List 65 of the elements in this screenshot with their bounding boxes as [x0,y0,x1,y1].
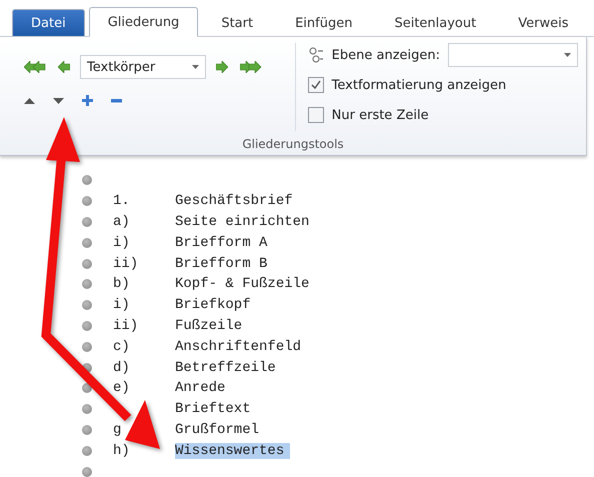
outline-text: Brieftext [175,401,251,418]
ribbon-tab[interactable]: Einfügen [276,9,372,36]
option-label: Textformatierung anzeigen [332,78,506,92]
outline-bullet[interactable] [82,424,92,435]
outline-number: 1. [113,193,130,210]
move-up-icon[interactable] [22,96,37,106]
option-label: Nur erste Zeile [332,108,429,122]
plus-icon[interactable] [80,93,95,108]
outline-text: Anrede [175,380,226,396]
checkbox[interactable] [308,77,324,93]
move-down-icon[interactable] [51,96,66,106]
left-arrow-icon[interactable] [56,59,72,75]
outline-number: e) [113,380,130,396]
group-label: Gliederungstools [242,137,344,151]
outline-number: b) [113,276,130,292]
outline-text: Grußformel [175,422,260,438]
check-icon [310,80,321,90]
outline-bullet[interactable] [82,196,92,206]
outline-number: h) [113,442,130,459]
show-level-dropdown[interactable] [448,43,578,67]
outline-number: a) [113,214,130,230]
double-right-arrow-icon[interactable] [238,59,264,75]
outline-number: c) [113,338,130,355]
outline-level-dropdown[interactable]: Textkörper [80,55,206,79]
level-icon [308,47,324,63]
outline-number: i) [113,297,130,314]
outline-text: Geschäftsbrief [175,193,293,210]
outline-bullet[interactable] [82,320,92,331]
file-tab[interactable]: Datei [12,9,85,36]
outline-bullet[interactable] [82,404,92,414]
outline-bullet[interactable] [82,258,92,269]
outline-text: Betreffzeile [175,360,276,376]
outline-text: Fußzeile [175,318,242,334]
checkbox[interactable] [308,107,324,123]
right-arrow-icon[interactable] [214,59,230,75]
outline-number: ii) [113,256,138,272]
show-level-label: Ebene anzeigen: [332,48,440,62]
outline-number: i) [113,234,130,251]
outline-text: Seite einrichten [175,214,310,230]
outline-bullet[interactable] [82,300,92,310]
caret-icon [564,53,571,57]
outline-text: Briefform A [175,234,268,251]
outline-number: d) [113,360,130,376]
outline-bullet[interactable] [82,216,92,227]
outline-bullet[interactable] [82,383,92,394]
outline-text: Briefkopf [175,297,251,314]
outline-text: Kopf- & Fußzeile [175,276,310,292]
outline-bullet[interactable] [82,238,92,248]
ribbon-tab[interactable]: Gliederung [88,7,198,37]
ribbon-tab[interactable]: Seitenlayout [375,9,496,36]
double-left-arrow-icon[interactable] [22,59,48,75]
outline-bullet[interactable] [82,466,92,477]
outline-bullet[interactable] [82,446,92,456]
outline-text: Anschriftenfeld [175,338,302,355]
outline-bullet[interactable] [82,279,92,290]
ribbon-tab[interactable]: Verweis [499,9,588,36]
outline-number: g [113,422,122,438]
outline-number: ii) [113,318,138,334]
outline-text: Briefform B [175,256,268,272]
ribbon-tab[interactable]: Start [202,9,272,36]
minus-icon[interactable] [109,96,124,104]
outline-text: Wissenswertes [175,442,290,459]
caret-icon [192,65,199,69]
outline-bullet[interactable] [82,175,92,186]
outline-bullet[interactable] [82,342,92,352]
